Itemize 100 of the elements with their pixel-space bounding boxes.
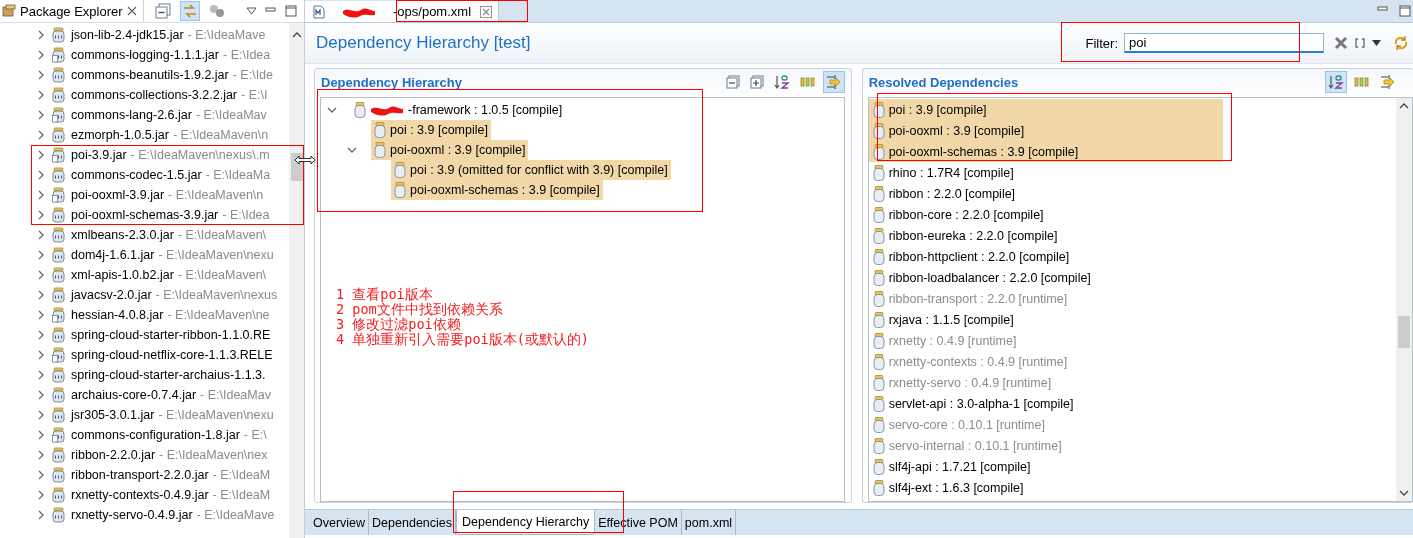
jar-icon	[872, 290, 885, 307]
jar-name[interactable]: poi-ooxml-3.9.jar	[71, 188, 165, 202]
dependency-row[interactable]: ribbon-httpclient : 2.2.0 [compile]	[868, 246, 1395, 267]
jar-icon	[52, 247, 65, 263]
jar-icon	[52, 127, 65, 143]
dependency-row[interactable]: rxnetty-contexts : 0.4.9 [runtime]	[868, 351, 1395, 372]
jar-name[interactable]: rxnetty-contexts-0.4.9.jar	[71, 488, 209, 502]
jar-icon	[872, 143, 885, 160]
jar-path: - E:\I	[241, 88, 268, 102]
maximize-icon[interactable]	[1399, 5, 1411, 17]
jar-icon	[872, 416, 885, 433]
jar-name[interactable]: javacsv-2.0.jar	[71, 288, 152, 302]
refresh-icon[interactable]	[1393, 35, 1409, 51]
maximize-icon[interactable]	[284, 5, 297, 17]
jar-name[interactable]: hessian-4.0.8.jar	[71, 308, 164, 322]
collapse-all-icon[interactable]	[154, 3, 171, 19]
dependency-row[interactable]: rxjava : 1.1.5 [compile]	[868, 309, 1395, 330]
jar-icon	[872, 479, 885, 496]
jar-icon	[374, 122, 386, 138]
jar-name[interactable]: json-lib-2.4-jdk15.jar	[71, 28, 184, 42]
page-tab[interactable]: Dependency Hierarchy	[456, 510, 596, 535]
scroll-up-icon[interactable]	[1399, 102, 1409, 110]
jar-name[interactable]: poi-3.9.jar	[71, 148, 127, 162]
dependency-row[interactable]: poi : 3.9 [compile]	[868, 99, 1223, 120]
jar-icon	[394, 182, 406, 198]
jar-name[interactable]: commons-logging-1.1.1.jar	[71, 48, 219, 62]
jar-name[interactable]: rxnetty-servo-0.4.9.jar	[71, 508, 193, 522]
jar-name[interactable]: dom4j-1.6.1.jar	[71, 248, 155, 262]
dependency-row[interactable]: slf4j-api : 1.7.21 [compile]	[868, 456, 1395, 477]
clear-icon[interactable]	[1334, 36, 1348, 50]
filter-field[interactable]: poi	[1124, 33, 1324, 53]
jar-name[interactable]: xmlbeans-2.3.0.jar	[71, 228, 174, 242]
jar-name[interactable]: spring-cloud-starter-archaius-1.1.3.	[71, 368, 266, 382]
jar-name[interactable]: archaius-core-0.7.4.jar	[71, 388, 197, 402]
jar-name[interactable]: ribbon-transport-2.2.0.jar	[71, 468, 209, 482]
dependency-row[interactable]: ribbon-loadbalancer : 2.2.0 [compile]	[868, 267, 1395, 288]
jar-name[interactable]: ribbon-2.2.0.jar	[71, 448, 156, 462]
jar-name[interactable]: poi-ooxml-schemas-3.9.jar	[71, 208, 219, 222]
jar-path: - E:\IdeaM	[212, 488, 271, 502]
filter-label: Filter:	[1085, 35, 1118, 51]
jar-name[interactable]: jsr305-3.0.1.jar	[71, 408, 155, 422]
jar-icon	[52, 27, 65, 43]
gears-icon[interactable]	[207, 3, 226, 19]
dropdown-icon[interactable]	[245, 7, 257, 15]
view-tab[interactable]: Package Explorer	[0, 0, 144, 22]
jar-name[interactable]: commons-configuration-1.8.jar	[71, 428, 240, 442]
dependency-row[interactable]: ribbon-transport : 2.2.0 [runtime]	[868, 288, 1395, 309]
dependency-row[interactable]: rxnetty-servo : 0.4.9 [runtime]	[868, 372, 1395, 393]
jar-icon	[52, 447, 65, 463]
dependency-row[interactable]: slf4j-ext : 1.6.3 [compile]	[868, 477, 1395, 498]
jar-name[interactable]: commons-collections-3.2.2.jar	[71, 88, 238, 102]
page-tab[interactable]: pom.xml	[681, 510, 737, 535]
jar-icon	[52, 67, 65, 83]
jar-icon	[52, 487, 65, 503]
jar-icon	[872, 374, 885, 391]
dependency-row[interactable]: rxnetty : 0.4.9 [runtime]	[868, 330, 1395, 351]
section-title: Resolved Dependencies	[868, 74, 1019, 90]
section-title: Dependency Hierarchy	[321, 74, 462, 90]
dependency-row[interactable]: ribbon-eureka : 2.2.0 [compile]	[868, 225, 1395, 246]
dependency-row[interactable]: poi-ooxml : 3.9 [compile]	[868, 120, 1223, 141]
jar-path: - E:\IdeaMaven\n	[168, 188, 264, 202]
jar-icon	[872, 353, 885, 370]
chevron-down-icon[interactable]	[347, 145, 357, 155]
jar-name[interactable]: spring-cloud-starter-ribbon-1.1.0.RE	[71, 328, 271, 342]
jar-name[interactable]: ezmorph-1.0.5.jar	[71, 128, 169, 142]
dependency-node[interactable]: poi : 3.9 [compile]	[371, 120, 491, 140]
dependency-node[interactable]: -framework : 1.0.5 [compile]	[351, 100, 566, 120]
jar-name[interactable]: spring-cloud-netflix-core-1.1.3.RELE	[71, 348, 273, 362]
dependency-node[interactable]: poi-ooxml-schemas : 3.9 [compile]	[391, 180, 603, 200]
jar-name[interactable]: commons-beanutils-1.9.2.jar	[71, 68, 229, 82]
close-icon[interactable]	[480, 5, 493, 18]
close-icon[interactable]	[126, 6, 137, 16]
dependency-row[interactable]: poi-ooxml-schemas : 3.9 [compile]	[868, 141, 1223, 162]
jar-icon	[872, 269, 885, 286]
scroll-up-icon[interactable]	[291, 31, 302, 39]
dropdown-icon[interactable]	[1372, 40, 1381, 46]
jar-icon	[52, 307, 65, 323]
annotation-note: 1 查看poi版本 2 pom文件中找到依赖关系 3 修改过滤poi依赖 4 单独重新引入需要poi版本(或默认的)	[336, 287, 589, 347]
jar-path: - E:\IdeaMaven\	[177, 268, 267, 282]
brackets-icon[interactable]	[1354, 37, 1366, 49]
dependency-node[interactable]: poi : 3.9 (omitted for conflict with 3.9) [compile]	[391, 160, 671, 180]
jar-icon	[872, 122, 885, 139]
maven-file-icon	[313, 4, 325, 19]
jar-icon	[872, 185, 885, 202]
dependency-row[interactable]: ribbon : 2.2.0 [compile]	[868, 183, 1395, 204]
jar-name[interactable]: commons-lang-2.6.jar	[71, 108, 192, 122]
dependency-row[interactable]: ribbon-core : 2.2.0 [compile]	[868, 204, 1395, 225]
jar-name[interactable]: commons-codec-1.5.jar	[71, 168, 202, 182]
dependency-row[interactable]: servo-internal : 0.10.1 [runtime]	[868, 435, 1395, 456]
chevron-down-icon[interactable]	[327, 105, 337, 115]
jar-icon	[872, 458, 885, 475]
dependency-node[interactable]: poi-ooxml : 3.9 [compile]	[371, 140, 529, 160]
jar-name[interactable]: xml-apis-1.0.b2.jar	[71, 268, 174, 282]
dependency-row[interactable]: servo-core : 0.10.1 [runtime]	[868, 414, 1395, 435]
page-tab[interactable]: Overview	[310, 510, 370, 535]
dependency-row[interactable]: rhino : 1.7R4 [compile]	[868, 162, 1395, 183]
scrollbar-thumb[interactable]	[1398, 316, 1410, 348]
jar-icon	[872, 311, 885, 328]
dependency-row[interactable]: servlet-api : 3.0-alpha-1 [compile]	[868, 393, 1395, 414]
scroll-down-icon[interactable]	[1399, 489, 1409, 497]
